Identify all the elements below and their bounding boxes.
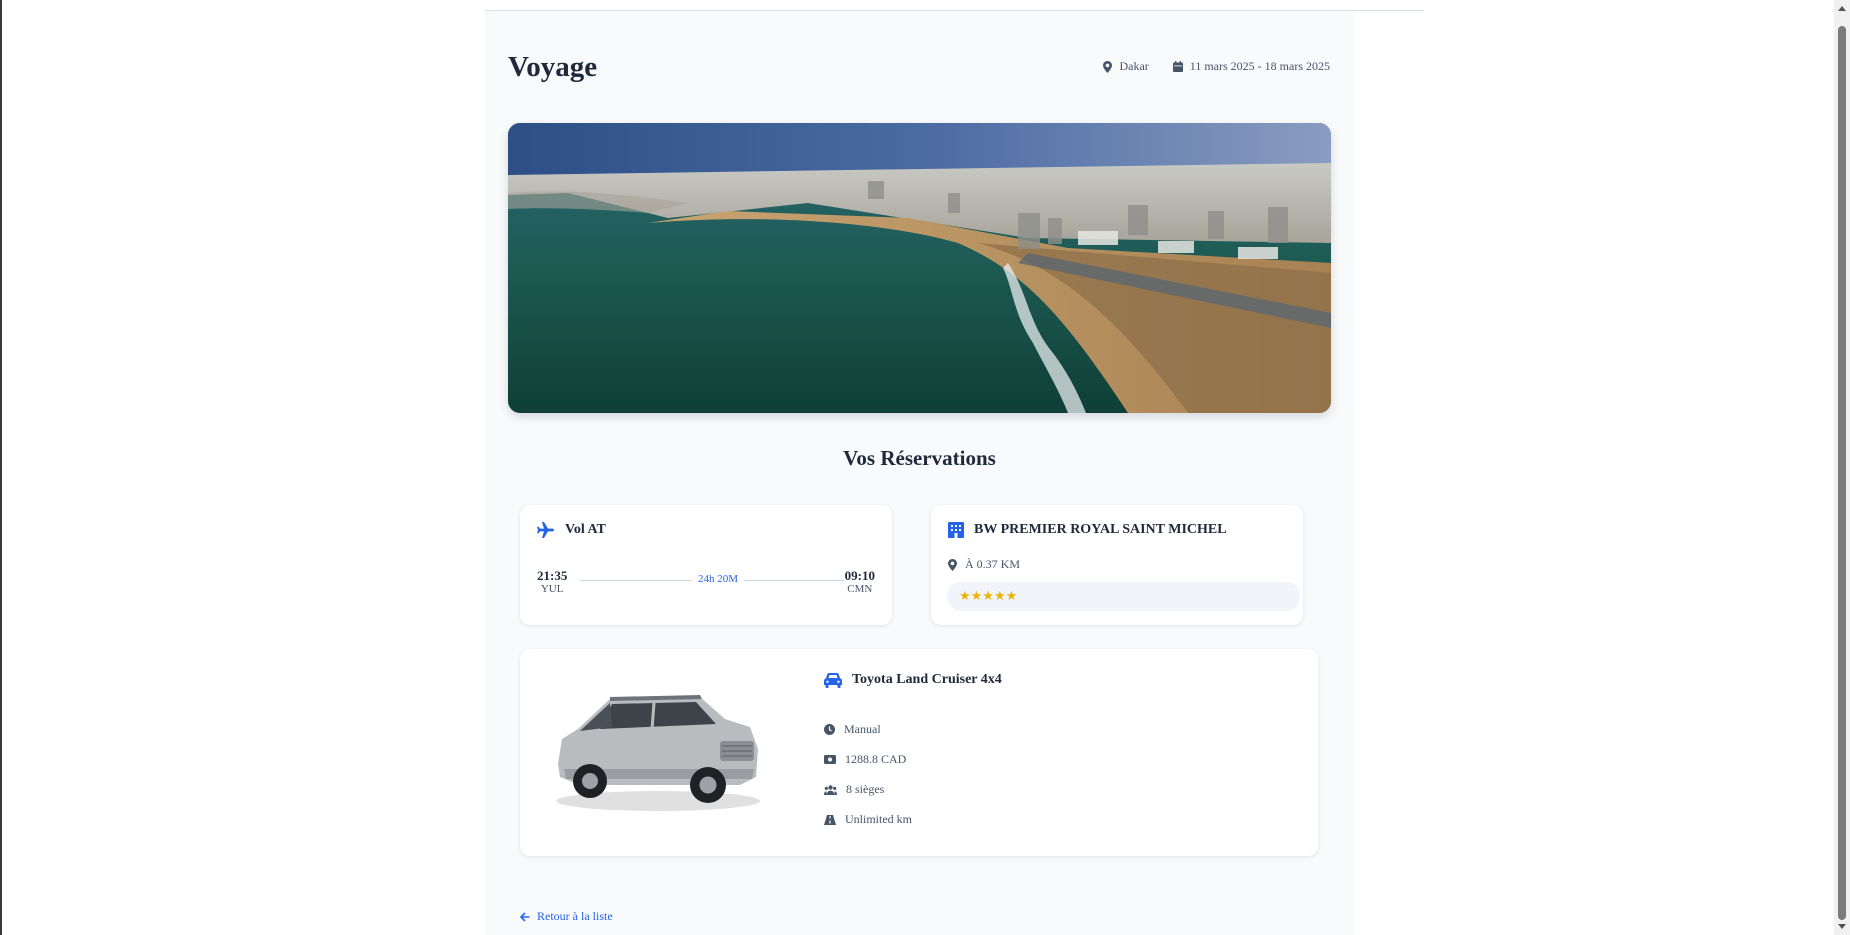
reservations-heading: Vos Réservations bbox=[843, 446, 996, 470]
scroll-down-arrow-icon[interactable] bbox=[1838, 924, 1846, 929]
car-name: Toyota Land Cruiser 4x4 bbox=[852, 672, 1002, 687]
trip-location-text: Dakar bbox=[1119, 59, 1149, 73]
calendar-icon bbox=[1172, 61, 1183, 72]
map-pin-icon bbox=[948, 558, 957, 571]
car-icon bbox=[824, 672, 842, 688]
hotel-distance: À 0.37 KM bbox=[948, 557, 1020, 572]
arrow-left-icon bbox=[520, 911, 530, 922]
hotel-name: BW PREMIER ROYAL SAINT MICHEL bbox=[974, 522, 1227, 537]
car-mileage: Unlimited km bbox=[824, 812, 912, 827]
flight-departure: 21:35 YUL bbox=[537, 569, 567, 596]
car-photo bbox=[540, 669, 770, 819]
map-pin-icon bbox=[1103, 60, 1113, 73]
car-header: Toyota Land Cruiser 4x4 bbox=[824, 672, 1002, 688]
flight-duration: 24h 20M bbox=[692, 573, 745, 585]
car-transmission: Manual bbox=[824, 722, 881, 737]
flight-arrival: 09:10 CMN bbox=[845, 569, 875, 596]
car-mileage-text: Unlimited km bbox=[845, 812, 912, 826]
star-rating: ★★★★★ bbox=[959, 588, 1018, 603]
scroll-up-arrow-icon[interactable] bbox=[1838, 6, 1846, 11]
building-icon bbox=[948, 522, 964, 538]
car-seats: 8 sièges bbox=[824, 782, 884, 797]
back-to-list-link[interactable]: Retour à la liste bbox=[520, 909, 613, 924]
hotel-header: BW PREMIER ROYAL SAINT MICHEL bbox=[948, 522, 1227, 538]
page-title: Voyage bbox=[508, 51, 598, 83]
departure-time: 21:35 bbox=[537, 568, 568, 583]
car-price: 1288.8 CAD bbox=[824, 752, 906, 767]
hotel-reservation-card[interactable]: BW PREMIER ROYAL SAINT MICHEL À 0.37 KM … bbox=[931, 505, 1303, 625]
money-icon bbox=[824, 755, 836, 764]
scrollbar-thumb[interactable] bbox=[1838, 26, 1846, 920]
trip-location: Dakar bbox=[1103, 59, 1149, 74]
flight-itinerary: 21:35 YUL 24h 20M 09:10 CMN bbox=[537, 569, 875, 599]
departure-airport: YUL bbox=[540, 583, 564, 595]
arrival-time: 09:10 bbox=[844, 568, 875, 583]
flight-header: Vol AT bbox=[537, 522, 606, 538]
car-reservation-card[interactable]: Toyota Land Cruiser 4x4 Manual 1288.8 CA… bbox=[520, 649, 1318, 856]
vertical-scrollbar[interactable] bbox=[1834, 0, 1850, 935]
trip-meta: Dakar 11 mars 2025 - 18 mars 2025 bbox=[1079, 59, 1330, 74]
back-link-label: Retour à la liste bbox=[537, 909, 613, 923]
road-icon bbox=[824, 814, 836, 825]
clock-icon bbox=[824, 724, 835, 735]
car-seats-text: 8 sièges bbox=[846, 782, 885, 796]
hotel-distance-text: À 0.37 KM bbox=[965, 557, 1021, 571]
car-transmission-text: Manual bbox=[844, 722, 881, 736]
users-icon bbox=[824, 784, 837, 795]
flight-name: Vol AT bbox=[565, 522, 606, 537]
trip-dates-text: 11 mars 2025 - 18 mars 2025 bbox=[1189, 59, 1330, 73]
plane-icon bbox=[537, 522, 554, 538]
arrival-airport: CMN bbox=[847, 583, 873, 595]
destination-photo bbox=[508, 123, 1331, 413]
hotel-rating: ★★★★★ bbox=[947, 582, 1300, 611]
trip-detail-page: Voyage Dakar 11 mars 2025 - 18 mars 2025 bbox=[485, 11, 1354, 935]
window-border bbox=[0, 0, 2, 935]
trip-dates: 11 mars 2025 - 18 mars 2025 bbox=[1172, 59, 1330, 74]
car-price-text: 1288.8 CAD bbox=[845, 752, 907, 766]
flight-reservation-card[interactable]: Vol AT 21:35 YUL 24h 20M 09:10 CMN bbox=[520, 505, 892, 625]
